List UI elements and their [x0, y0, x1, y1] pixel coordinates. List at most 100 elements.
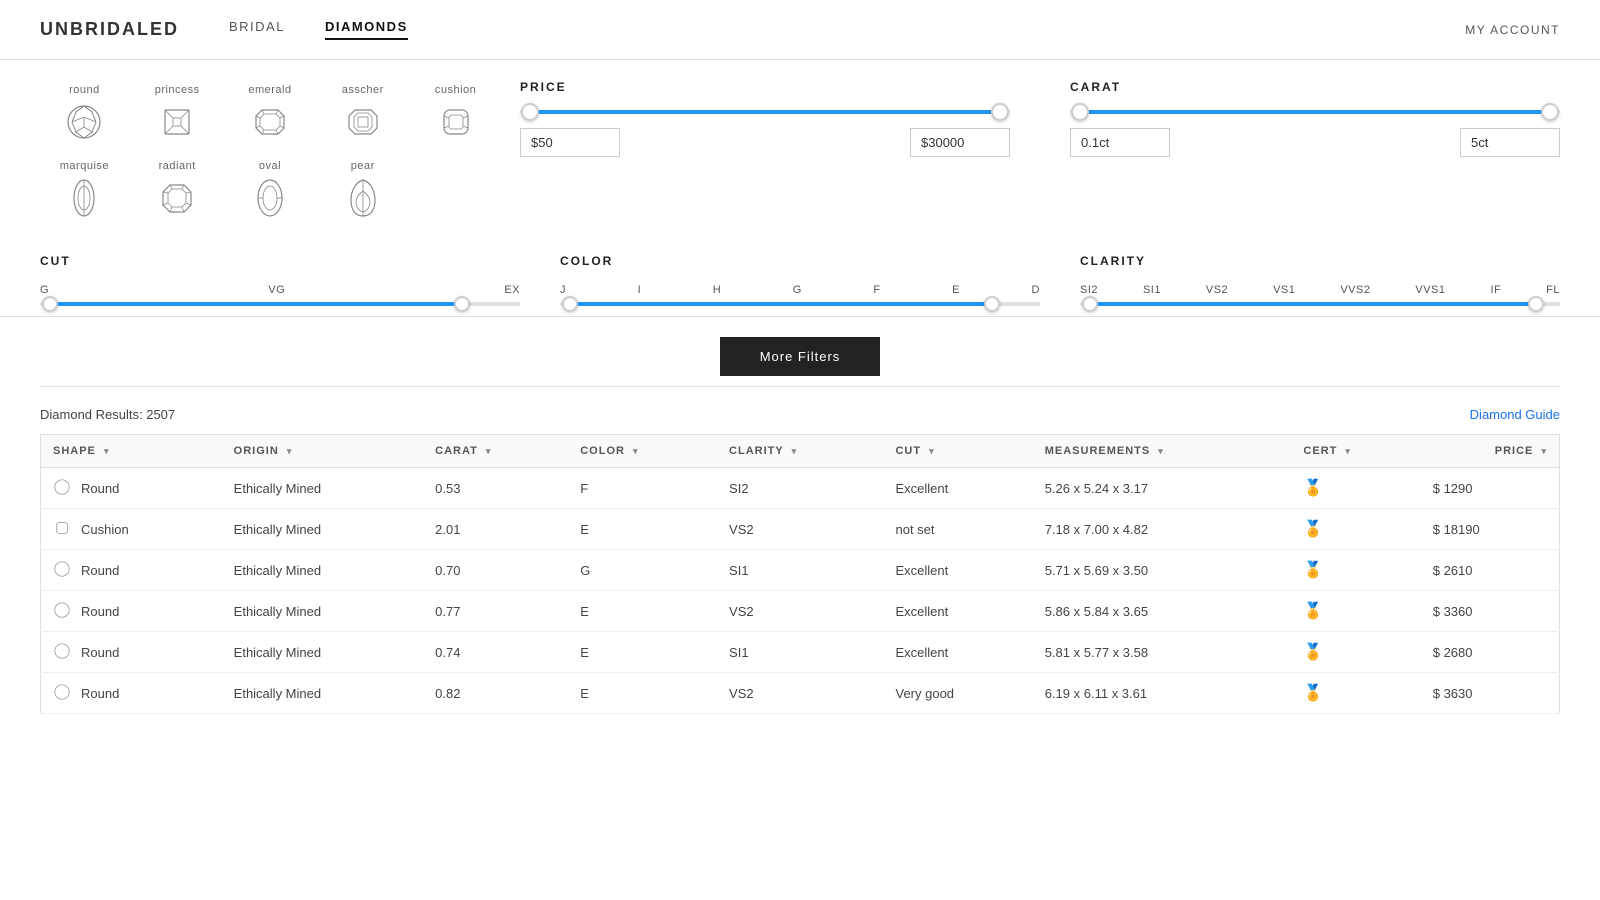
col-measurements[interactable]: MEASUREMENTS ▾ [1033, 435, 1292, 468]
origin-sort-icon: ▾ [287, 446, 293, 456]
results-count: Diamond Results: 2507 [40, 407, 175, 422]
cert-icon: 🏅 [1303, 603, 1323, 620]
col-carat[interactable]: CARAT ▾ [423, 435, 568, 468]
clarity-sort-icon: ▾ [792, 446, 798, 456]
cell-shape: Round [41, 550, 222, 591]
table-row[interactable]: Round Ethically Mined 0.74 E SI1 Excelle… [41, 632, 1560, 673]
cell-price: $ 3360 [1421, 591, 1560, 632]
cert-icon: 🏅 [1303, 562, 1323, 579]
filters-row-2: CUT G VG EX COLOR J I H G F [40, 244, 1560, 306]
col-shape[interactable]: SHAPE ▾ [41, 435, 222, 468]
more-filters-button[interactable]: More Filters [720, 337, 881, 376]
color-title: COLOR [560, 254, 1040, 268]
cell-shape: Cushion [41, 509, 222, 550]
col-price[interactable]: PRICE ▾ [1421, 435, 1560, 468]
measurements-sort-icon: ▾ [1158, 446, 1164, 456]
cut-title: CUT [40, 254, 520, 268]
carat-slider[interactable] [1070, 110, 1560, 114]
table-row[interactable]: Round Ethically Mined 0.82 E VS2 Very go… [41, 673, 1560, 714]
shape-radiant[interactable]: radiant [133, 156, 222, 224]
cell-color: F [568, 468, 717, 509]
carat-max-input[interactable] [1460, 128, 1560, 157]
diamond-guide-link[interactable]: Diamond Guide [1470, 407, 1560, 422]
cell-measurements: 7.18 x 7.00 x 4.82 [1033, 509, 1292, 550]
filters-row-1: round [40, 80, 1560, 224]
shape-marquise[interactable]: marquise [40, 156, 129, 224]
color-sort-icon: ▾ [633, 446, 639, 456]
cell-price: $ 18190 [1421, 509, 1560, 550]
col-color[interactable]: COLOR ▾ [568, 435, 717, 468]
cell-origin: Ethically Mined [222, 550, 423, 591]
carat-filter: CARAT [1070, 80, 1560, 157]
shape-asscher[interactable]: asscher [318, 80, 407, 148]
cell-color: E [568, 509, 717, 550]
shape-selector: round [40, 80, 500, 224]
cert-icon: 🏅 [1303, 480, 1323, 497]
carat-min-input[interactable] [1070, 128, 1170, 157]
cell-cut: Excellent [883, 468, 1032, 509]
table-row[interactable]: Cushion Ethically Mined 2.01 E VS2 not s… [41, 509, 1560, 550]
logo[interactable]: UNBRIDALED [40, 19, 179, 40]
cell-cut: Excellent [883, 550, 1032, 591]
cell-shape: Round [41, 468, 222, 509]
cell-cert: 🏅 [1291, 673, 1420, 714]
cell-measurements: 5.26 x 5.24 x 3.17 [1033, 468, 1292, 509]
carat-inputs [1070, 128, 1560, 157]
nav-diamonds[interactable]: DIAMONDS [325, 19, 408, 40]
table-row[interactable]: Round Ethically Mined 0.70 G SI1 Excelle… [41, 550, 1560, 591]
cell-price: $ 2610 [1421, 550, 1560, 591]
cut-slider[interactable] [40, 302, 520, 306]
shape-princess[interactable]: princess [133, 80, 222, 148]
cell-color: E [568, 632, 717, 673]
col-cert[interactable]: CERT ▾ [1291, 435, 1420, 468]
price-min-input[interactable] [520, 128, 620, 157]
cell-price: $ 2680 [1421, 632, 1560, 673]
my-account-link[interactable]: MY ACCOUNT [1465, 23, 1560, 37]
shape-oval[interactable]: oval [226, 156, 315, 224]
shape-sort-icon: ▾ [104, 446, 110, 456]
col-clarity[interactable]: CLARITY ▾ [717, 435, 883, 468]
carat-title: CARAT [1070, 80, 1560, 94]
cell-carat: 0.74 [423, 632, 568, 673]
main-nav: BRIDAL DIAMONDS [229, 19, 408, 40]
col-cut[interactable]: CUT ▾ [883, 435, 1032, 468]
more-filters-row: More Filters [0, 317, 1600, 386]
range-filters: PRICE CARAT [500, 80, 1560, 157]
color-filter: COLOR J I H G F E D [560, 254, 1040, 306]
table-header-row: SHAPE ▾ ORIGIN ▾ CARAT ▾ COLOR ▾ CLARITY… [41, 435, 1560, 468]
cell-shape: Round [41, 591, 222, 632]
table-row[interactable]: Round Ethically Mined 0.77 E VS2 Excelle… [41, 591, 1560, 632]
cell-price: $ 3630 [1421, 673, 1560, 714]
col-origin[interactable]: ORIGIN ▾ [222, 435, 423, 468]
cell-origin: Ethically Mined [222, 591, 423, 632]
cell-origin: Ethically Mined [222, 632, 423, 673]
shape-emerald[interactable]: emerald [226, 80, 315, 148]
color-slider[interactable] [560, 302, 1040, 306]
carat-sort-icon: ▾ [486, 446, 492, 456]
cell-shape: Round [41, 673, 222, 714]
cell-cut: not set [883, 509, 1032, 550]
cell-cert: 🏅 [1291, 468, 1420, 509]
cell-shape: Round [41, 632, 222, 673]
price-max-input[interactable] [910, 128, 1010, 157]
results-section: Diamond Results: 2507 Diamond Guide SHAP… [0, 387, 1600, 734]
cell-clarity: SI1 [717, 632, 883, 673]
shape-cushion[interactable]: cushion [411, 80, 500, 148]
cell-cert: 🏅 [1291, 632, 1420, 673]
nav-bridal[interactable]: BRIDAL [229, 19, 285, 40]
cell-cert: 🏅 [1291, 550, 1420, 591]
results-header: Diamond Results: 2507 Diamond Guide [40, 407, 1560, 422]
cell-measurements: 5.86 x 5.84 x 3.65 [1033, 591, 1292, 632]
cell-cut: Excellent [883, 591, 1032, 632]
cell-carat: 0.53 [423, 468, 568, 509]
shape-mini-icon [53, 642, 73, 662]
cert-icon: 🏅 [1303, 644, 1323, 661]
cell-carat: 2.01 [423, 509, 568, 550]
clarity-slider[interactable] [1080, 302, 1560, 306]
price-inputs [520, 128, 1010, 157]
table-row[interactable]: Round Ethically Mined 0.53 F SI2 Excelle… [41, 468, 1560, 509]
price-slider[interactable] [520, 110, 1010, 114]
shape-round[interactable]: round [40, 80, 129, 148]
shape-pear[interactable]: pear [318, 156, 407, 224]
cell-cut: Excellent [883, 632, 1032, 673]
